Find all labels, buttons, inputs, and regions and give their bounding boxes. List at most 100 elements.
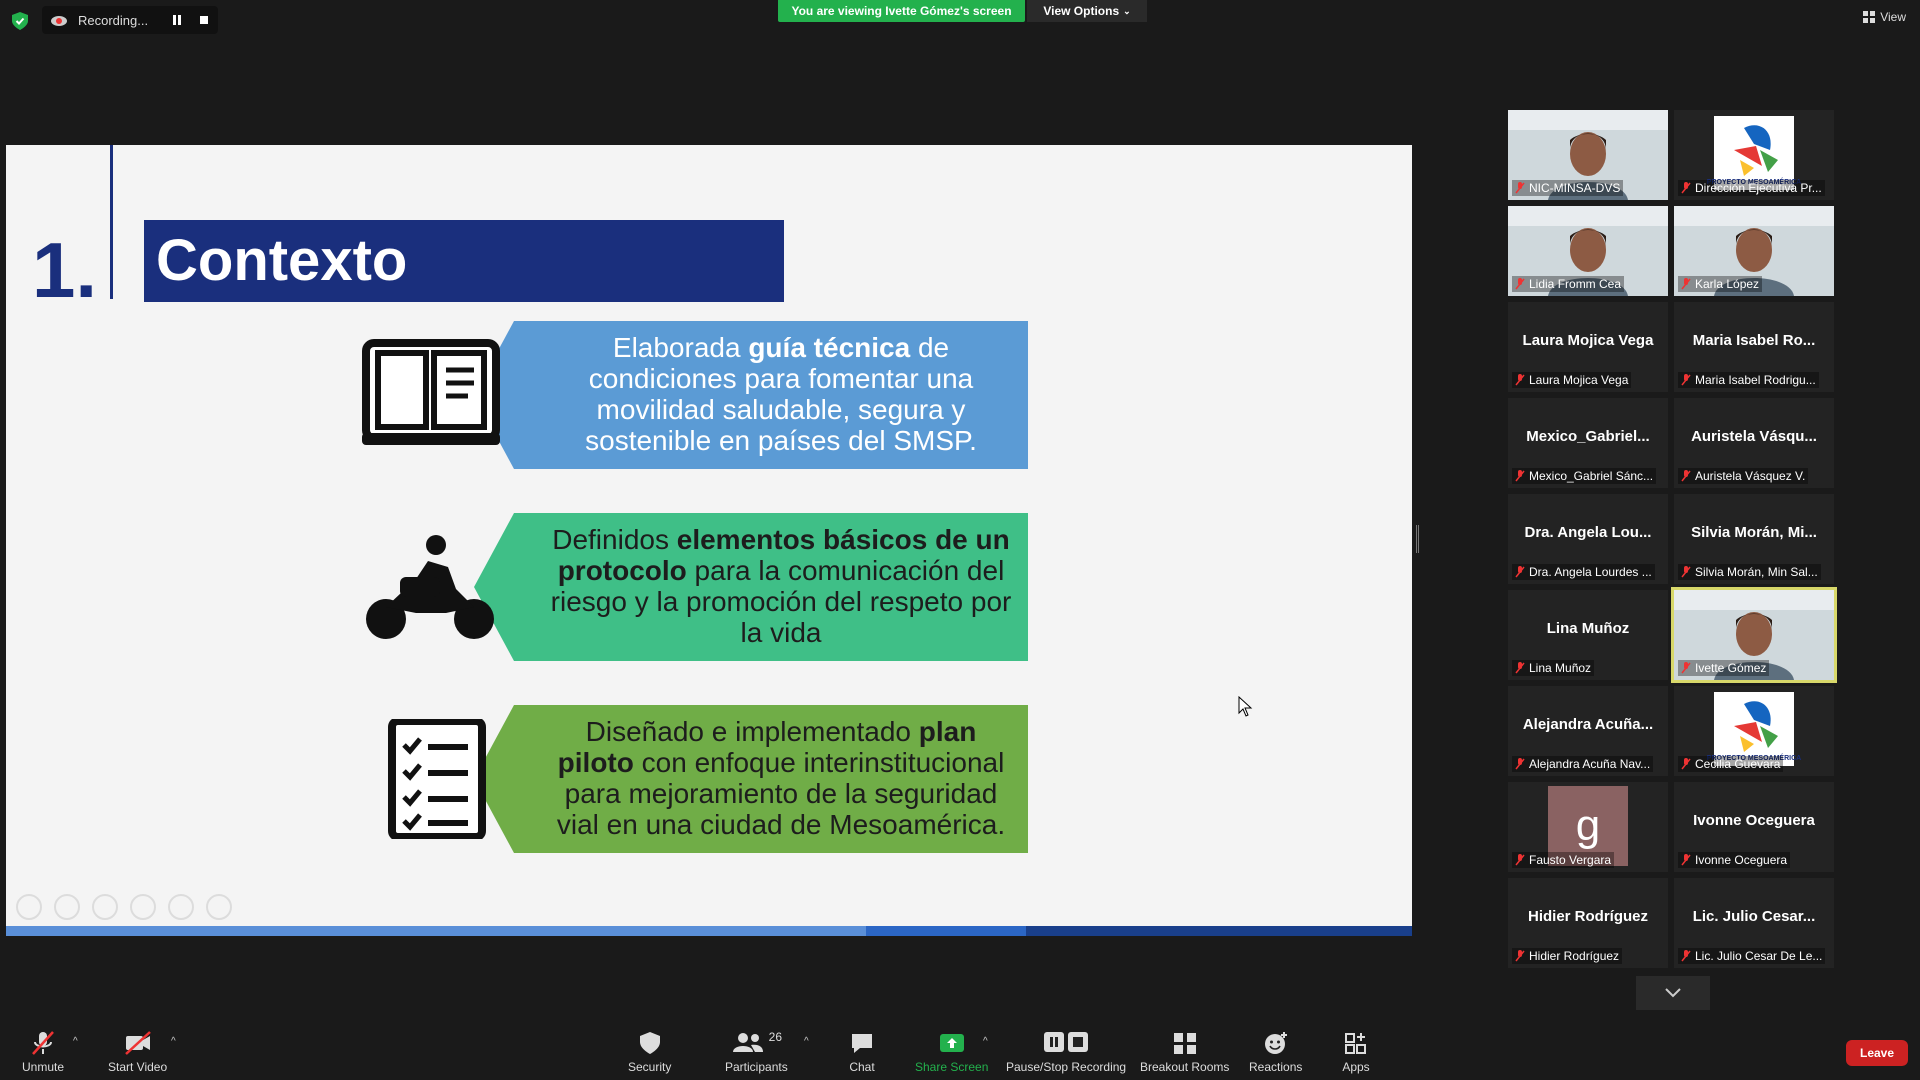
unmute-label: Unmute bbox=[22, 1060, 65, 1074]
participant-tile[interactable]: Mexico_Gabriel... Mexico_Gabriel Sánc... bbox=[1508, 398, 1668, 488]
participant-label-text: Hidier Rodríguez bbox=[1529, 949, 1620, 963]
slide-title: Contexto bbox=[144, 220, 784, 302]
muted-mic-icon bbox=[1681, 662, 1691, 674]
slide-row-3: Diseñado e implementado plan piloto con … bbox=[356, 705, 1028, 853]
apps-label: Apps bbox=[1342, 1060, 1370, 1074]
participant-tile[interactable]: Ivonne Oceguera Ivonne Oceguera bbox=[1674, 782, 1834, 872]
pause-stop-recording-button[interactable]: Pause/Stop Recording bbox=[1006, 1030, 1126, 1074]
view-options-label: View Options bbox=[1043, 4, 1120, 18]
mouse-cursor-icon bbox=[1238, 696, 1253, 717]
view-options-button[interactable]: View Options ⌄ bbox=[1027, 0, 1147, 22]
pause-stop-icon bbox=[1044, 1032, 1089, 1052]
apps-button[interactable]: Apps bbox=[1342, 1030, 1370, 1074]
participant-tile[interactable]: g Fausto Vergara bbox=[1508, 782, 1668, 872]
participant-label: Karla López bbox=[1678, 276, 1763, 292]
participant-tile[interactable]: NIC-MINSA-DVS bbox=[1508, 110, 1668, 200]
top-bar: Recording... You are viewing Ivette Góme… bbox=[0, 0, 1920, 40]
participant-label: Dirección Ejecutiva Pr... bbox=[1678, 180, 1825, 196]
participant-tile[interactable]: PROYECTO MESOAMÉRICA Dirección Ejecutiva … bbox=[1674, 110, 1834, 200]
row-text-pre: Definidos bbox=[552, 524, 677, 556]
participant-tile[interactable]: Laura Mojica Vega Laura Mojica Vega bbox=[1508, 302, 1668, 392]
recording-label: Recording... bbox=[78, 12, 149, 28]
participant-tile[interactable]: Auristela Vásqu... Auristela Vásquez V. bbox=[1674, 398, 1834, 488]
participant-tile[interactable]: Lic. Julio Cesar... Lic. Julio Cesar De L… bbox=[1674, 878, 1834, 968]
video-off-icon bbox=[124, 1031, 151, 1055]
slides-grid-icon[interactable] bbox=[130, 894, 156, 920]
motorcycle-icon bbox=[366, 535, 494, 639]
muted-mic-icon bbox=[1681, 470, 1691, 482]
participant-tile[interactable]: Dra. Angela Lou... Dra. Angela Lourdes ..… bbox=[1508, 494, 1668, 584]
muted-mic-icon bbox=[1515, 854, 1525, 866]
participant-name: Auristela Vásqu... bbox=[1691, 428, 1817, 445]
muted-mic-icon bbox=[1515, 950, 1525, 962]
participant-tile[interactable]: Lina Muñoz Lina Muñoz bbox=[1508, 590, 1668, 680]
scroll-gallery-button[interactable] bbox=[1636, 976, 1710, 1010]
participants-icon-group: 26 bbox=[731, 1030, 782, 1060]
slide-divider bbox=[110, 145, 113, 299]
participant-label: Hidier Rodríguez bbox=[1512, 948, 1623, 964]
participant-label: Alejandra Acuña Nav... bbox=[1512, 756, 1654, 772]
zoom-icon[interactable] bbox=[168, 894, 194, 920]
participant-label: Ivette Gómez bbox=[1678, 660, 1770, 676]
muted-mic-icon bbox=[1681, 950, 1691, 962]
next-slide-icon[interactable] bbox=[54, 894, 80, 920]
participant-tile[interactable]: Karla López bbox=[1674, 206, 1834, 296]
view-button[interactable]: View bbox=[1863, 10, 1906, 24]
participant-tile[interactable]: Alejandra Acuña... Alejandra Acuña Nav... bbox=[1508, 686, 1668, 776]
participant-name: Maria Isabel Ro... bbox=[1692, 332, 1816, 349]
participant-label-text: NIC-MINSA-DVS bbox=[1529, 181, 1621, 195]
security-button[interactable]: Security bbox=[628, 1030, 671, 1074]
participant-label: Dra. Angela Lourdes ... bbox=[1512, 564, 1655, 580]
muted-mic-icon bbox=[1515, 374, 1525, 386]
chevron-down-icon bbox=[1665, 988, 1681, 998]
cloud-recording-icon bbox=[51, 16, 67, 26]
participant-tile[interactable]: Maria Isabel Ro... Maria Isabel Rodrigu..… bbox=[1674, 302, 1834, 392]
muted-mic-icon bbox=[1515, 758, 1525, 770]
slide-number: 1. bbox=[32, 226, 98, 314]
participant-label: Lic. Julio Cesar De Le... bbox=[1678, 948, 1826, 964]
pause-recording-icon[interactable] bbox=[172, 15, 182, 25]
start-video-label: Start Video bbox=[108, 1060, 168, 1074]
shield-icon[interactable] bbox=[12, 12, 28, 30]
unmute-button[interactable]: Unmute bbox=[22, 1030, 64, 1074]
breakout-rooms-label: Breakout Rooms bbox=[1140, 1060, 1230, 1074]
participant-tile[interactable]: Silvia Morán, Mi... Silvia Morán, Min Sal… bbox=[1674, 494, 1834, 584]
chat-button[interactable]: Chat bbox=[848, 1030, 876, 1074]
pen-icon[interactable] bbox=[92, 894, 118, 920]
start-video-button[interactable]: Start Video bbox=[108, 1030, 167, 1074]
more-options-icon[interactable] bbox=[206, 894, 232, 920]
breakout-rooms-button[interactable]: Breakout Rooms bbox=[1140, 1030, 1229, 1074]
participant-tile[interactable]: Hidier Rodríguez Hidier Rodríguez bbox=[1508, 878, 1668, 968]
participant-tile[interactable]: Ivette Gómez bbox=[1671, 587, 1837, 683]
participant-name: Lic. Julio Cesar... bbox=[1692, 908, 1816, 925]
participant-tile[interactable]: Lidia Fromm Cea bbox=[1508, 206, 1668, 296]
participant-label-text: Fausto Vergara bbox=[1529, 853, 1612, 867]
reactions-button[interactable]: Reactions bbox=[1249, 1030, 1302, 1074]
chat-icon bbox=[852, 1034, 872, 1053]
participant-name: Alejandra Acuña... bbox=[1522, 716, 1654, 733]
split-drag-handle[interactable] bbox=[1416, 525, 1419, 553]
reactions-icon bbox=[1264, 1032, 1287, 1054]
stop-recording-icon[interactable] bbox=[200, 16, 208, 24]
participant-name: Mexico_Gabriel... bbox=[1526, 428, 1650, 445]
muted-mic-icon bbox=[1681, 566, 1691, 578]
share-options-caret[interactable]: ^ bbox=[983, 1036, 988, 1047]
share-screen-button[interactable]: Share Screen bbox=[915, 1030, 988, 1074]
participant-label-text: Mexico_Gabriel Sánc... bbox=[1529, 469, 1654, 483]
participants-button[interactable]: 26 Participants bbox=[725, 1030, 788, 1074]
book-icon bbox=[362, 339, 500, 445]
participant-label-text: Dra. Angela Lourdes ... bbox=[1529, 565, 1652, 579]
meeting-toolbar: Unmute ^ Start Video ^ Security 26 Parti… bbox=[0, 1024, 1920, 1080]
security-label: Security bbox=[628, 1060, 672, 1074]
participants-options-caret[interactable]: ^ bbox=[804, 1036, 809, 1047]
prev-slide-icon[interactable] bbox=[16, 894, 42, 920]
participant-tile[interactable]: PROYECTO MESOAMÉRICA Cecilia Guevara bbox=[1674, 686, 1834, 776]
audio-options-caret[interactable]: ^ bbox=[73, 1036, 78, 1047]
participants-icon bbox=[732, 1033, 763, 1052]
reactions-label: Reactions bbox=[1249, 1060, 1303, 1074]
video-options-caret[interactable]: ^ bbox=[171, 1036, 176, 1047]
leave-button[interactable]: Leave bbox=[1846, 1040, 1908, 1066]
participant-label: Maria Isabel Rodrigu... bbox=[1678, 372, 1819, 388]
participant-label: Laura Mojica Vega bbox=[1512, 372, 1632, 388]
slide-progress-bar bbox=[6, 926, 1412, 936]
